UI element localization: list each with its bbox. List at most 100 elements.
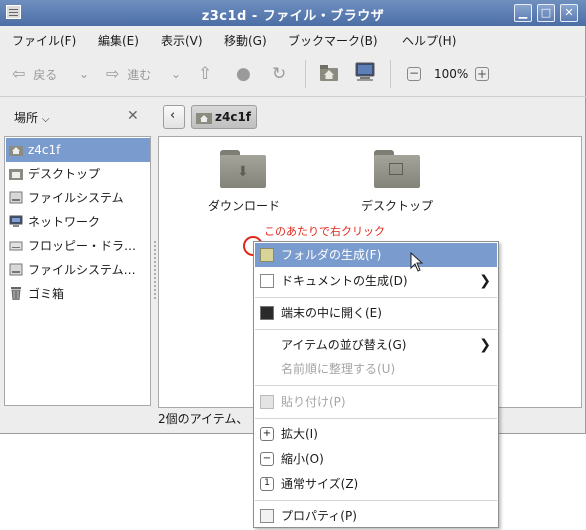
menu-bookmarks[interactable]: ブックマーク(B) [288,32,378,49]
terminal-icon [260,306,274,320]
menu-item-zoom-out[interactable]: − 縮小(O) [255,447,497,471]
menu-item-create-folder[interactable]: フォルダの生成(F) [255,243,497,267]
reload-button[interactable]: ↻ [272,63,286,85]
menu-separator [255,329,497,330]
stop-icon: ● [236,64,251,84]
sidebar-item-trash[interactable]: ゴミ箱 [6,282,150,306]
download-arrow-icon: ⬇ [237,164,249,180]
sidebar-header: 場所 ⌵ ✕ [4,104,152,130]
computer-button[interactable] [354,62,376,84]
menu-item-label: 名前順に整理する(U) [281,362,396,376]
menu-item-arrange-items[interactable]: アイテムの並び替え(G) ❯ [255,333,497,357]
sidebar-item-label: ファイルシステム [28,191,124,205]
reload-icon: ↻ [272,64,287,84]
pane-resize-handle[interactable] [153,240,157,300]
menu-item-label: ドキュメントの生成(D) [281,274,408,288]
minimize-button[interactable]: ▁ [514,4,532,22]
up-button[interactable]: ⇧ [198,63,212,85]
back-history-dropdown[interactable]: ⌄ [79,63,89,85]
network-icon [9,215,23,227]
home-icon [320,65,338,81]
file-item-label[interactable]: デスクトップ [352,197,442,214]
menu-item-label: プロパティ(P) [281,509,357,523]
places-dropdown[interactable]: 場所 ⌵ [14,109,49,126]
zoom-out-button[interactable]: − [407,67,421,81]
home-icon [9,146,23,156]
new-folder-icon [260,248,274,262]
close-sidebar-icon[interactable]: ✕ [127,108,139,124]
chevron-left-icon: ‹ [170,108,176,123]
context-menu: フォルダの生成(F) ドキュメントの生成(D) ❯ 端末の中に開く(E) アイテ… [253,241,499,528]
menu-edit[interactable]: 編集(E) [98,32,139,49]
desktop-icon [9,169,23,180]
menu-item-label: フォルダの生成(F) [281,248,382,262]
menu-file[interactable]: ファイル(F) [12,32,76,49]
zoom-in-button[interactable]: + [475,67,489,81]
new-document-icon [260,274,274,288]
menu-item-paste[interactable]: 貼り付け(P) [255,390,497,414]
back-button[interactable]: ⇦ 戻る [12,63,57,85]
sidebar-item-desktop[interactable]: デスクトップ [6,162,150,186]
home-button[interactable] [318,62,340,84]
places-sidebar: z4c1f デスクトップ ファイルシステム ネットワーク フロッピー・ドラ… フ… [4,136,151,406]
forward-arrow-icon: ⇨ [106,64,120,83]
menu-bar: ファイル(F) 編集(E) 表示(V) 移動(G) ブックマーク(B) ヘルプ(… [0,26,586,50]
sidebar-item-network[interactable]: ネットワーク [6,210,150,234]
menu-separator [255,500,497,501]
title-bar[interactable]: z3c1d - ファイル・ブラウザ ▁ □ ✕ [0,0,586,26]
toolbar-separator [305,60,306,88]
zoom-in-icon: + [260,427,274,441]
properties-icon [260,509,274,523]
menu-item-zoom-in[interactable]: + 拡大(I) [255,422,497,446]
sidebar-item-home[interactable]: z4c1f [6,138,150,162]
menu-item-label: 貼り付け(P) [281,395,346,409]
file-item-downloads[interactable]: ⬇ [220,150,266,188]
path-back-button[interactable]: ‹ [163,105,185,129]
chevron-down-icon: ⌄ [79,67,90,81]
menu-go[interactable]: 移動(G) [224,32,267,49]
file-item-label[interactable]: ダウンロード [199,197,289,214]
back-arrow-icon: ⇦ [12,64,26,83]
toolbar-separator [390,60,391,88]
menu-item-create-document[interactable]: ドキュメントの生成(D) ❯ [255,269,497,293]
home-icon [196,113,212,124]
sidebar-item-label: z4c1f [28,143,61,157]
desktop-folder-icon [389,163,403,175]
paste-icon [260,395,274,409]
sidebar-item-floppy[interactable]: フロッピー・ドラ… [6,234,150,258]
computer-icon [355,62,375,81]
sidebar-item-label: ゴミ箱 [28,287,65,301]
menu-separator [255,385,497,386]
forward-history-dropdown[interactable]: ⌄ [171,63,181,85]
status-bar: 2個のアイテム、 [158,412,249,426]
sidebar-item-filesystem[interactable]: ファイルシステム [6,186,150,210]
maximize-button[interactable]: □ [537,4,555,22]
places-label: 場所 [14,111,39,125]
menu-item-open-terminal[interactable]: 端末の中に開く(E) [255,301,497,325]
menu-separator [255,418,497,419]
stop-button[interactable]: ● [236,63,251,85]
sidebar-item-label: ネットワーク [28,215,101,229]
close-button[interactable]: ✕ [560,4,578,22]
forward-label: 進む [127,68,152,82]
file-item-desktop[interactable] [374,150,420,188]
drive-icon [9,191,23,204]
menu-item-label: 拡大(I) [281,427,318,441]
menu-help[interactable]: ヘルプ(H) [402,32,456,49]
sidebar-item-label: フロッピー・ドラ… [28,239,137,253]
floppy-icon [9,241,23,251]
menu-view[interactable]: 表示(V) [161,32,203,49]
menu-item-sort-by-name[interactable]: 名前順に整理する(U) [255,357,497,381]
back-label: 戻る [33,68,58,82]
chevron-down-icon: ⌵ [41,114,50,125]
menu-item-label: 端末の中に開く(E) [281,306,382,320]
zoom-level[interactable]: 100% [434,63,468,85]
menu-item-normal-size[interactable]: 1 通常サイズ(Z) [255,472,497,496]
drive-icon [9,263,23,276]
menu-item-properties[interactable]: プロパティ(P) [255,504,497,528]
minus-icon: − [408,66,420,80]
path-segment-home[interactable]: z4c1f [191,105,257,129]
mouse-pointer-icon [410,252,424,272]
sidebar-item-filesystem-2[interactable]: ファイルシステム… [6,258,150,282]
forward-button[interactable]: ⇨ 進む [106,63,151,85]
